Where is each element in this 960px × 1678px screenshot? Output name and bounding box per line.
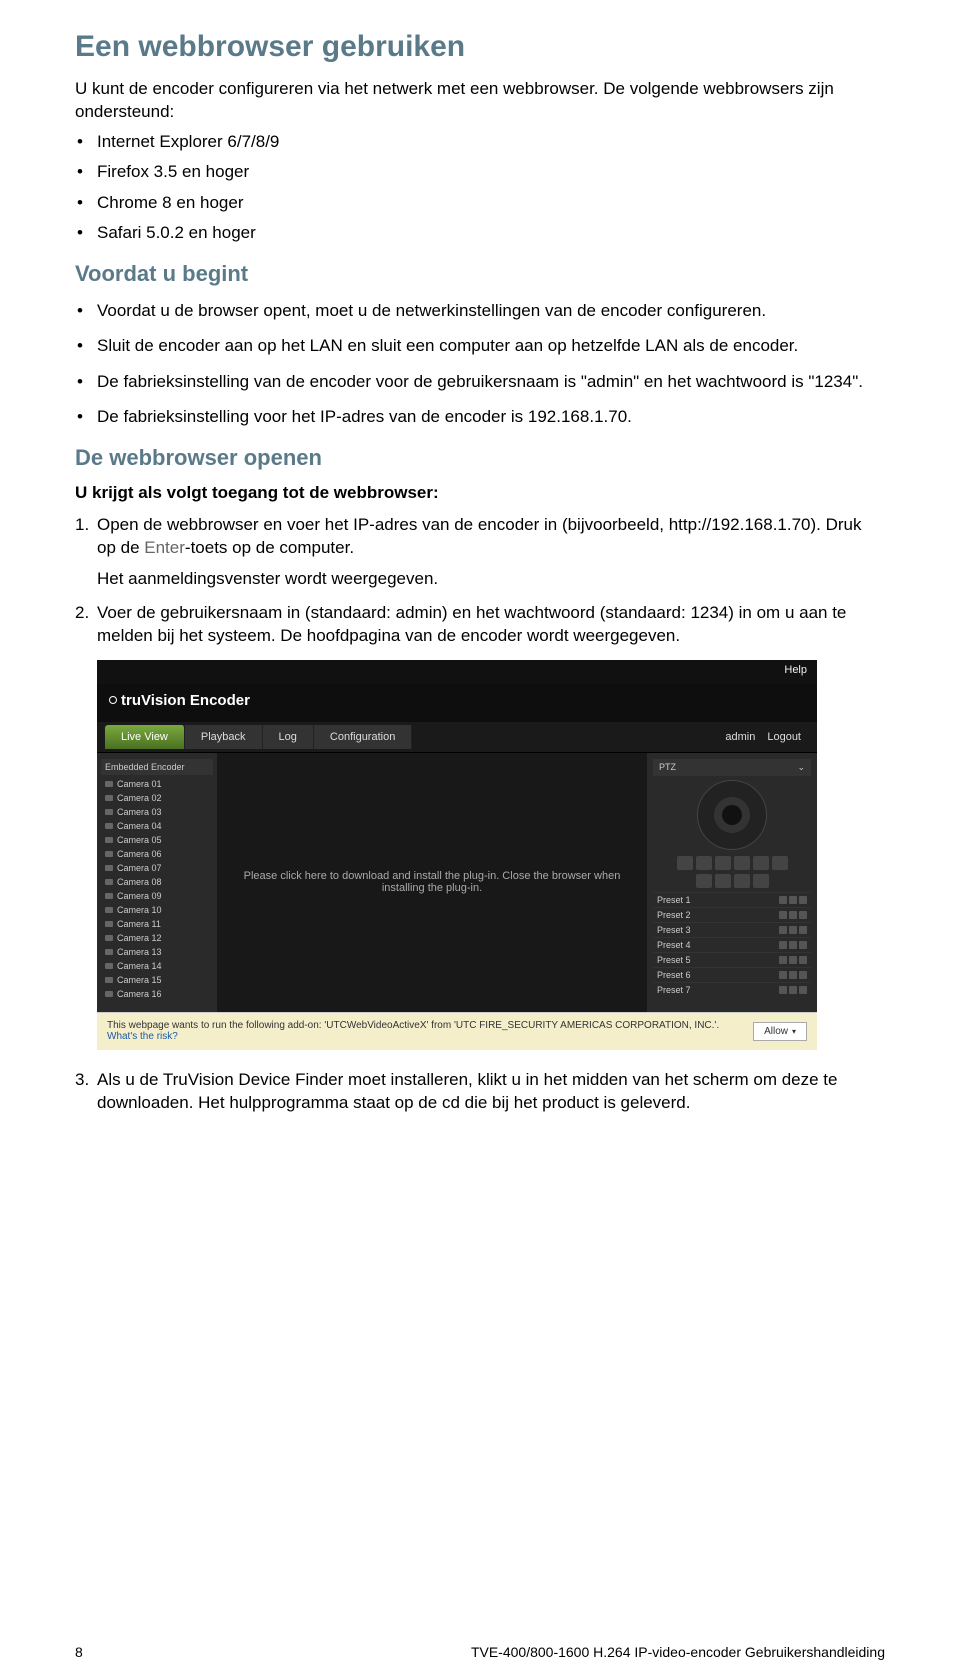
tab-live-view[interactable]: Live View	[105, 725, 185, 749]
preset-row[interactable]: Preset 6	[653, 967, 811, 982]
ptz-btn[interactable]	[696, 874, 712, 888]
intro-paragraph: U kunt de encoder configureren via het n…	[75, 78, 885, 124]
camera-item[interactable]: Camera 03	[101, 805, 213, 819]
encoder-ui-screenshot: Help truVision Encoder Live View Playbac…	[97, 660, 817, 1050]
step-number: 2.	[75, 601, 89, 624]
ss-main-viewport[interactable]: Please click here to download and instal…	[217, 753, 647, 1012]
help-link[interactable]: Help	[784, 664, 807, 676]
ptz-btn[interactable]	[677, 856, 693, 870]
ptz-btn[interactable]	[715, 874, 731, 888]
subheading-before-begin: Voordat u begint	[75, 261, 885, 287]
ptz-label: PTZ	[659, 762, 676, 773]
camera-item[interactable]: Camera 07	[101, 861, 213, 875]
ptz-btn[interactable]	[715, 856, 731, 870]
ptz-btn[interactable]	[734, 874, 750, 888]
list-item: Safari 5.0.2 en hoger	[97, 221, 885, 244]
plugin-download-link[interactable]: Please click here to download and instal…	[227, 870, 637, 894]
camera-item[interactable]: Camera 14	[101, 959, 213, 973]
preset-row[interactable]: Preset 7	[653, 982, 811, 997]
ptz-btn[interactable]	[734, 856, 750, 870]
ss-nav-bar: Live View Playback Log Configuration adm…	[97, 722, 817, 752]
ptz-btn[interactable]	[753, 874, 769, 888]
procedure-intro: U krijgt als volgt toegang tot de webbro…	[75, 483, 885, 503]
camera-item[interactable]: Camera 11	[101, 917, 213, 931]
ss-top-bar: Help	[97, 660, 817, 684]
page-number: 8	[75, 1644, 83, 1660]
allow-button[interactable]: Allow	[753, 1022, 807, 1041]
ptz-button-row	[653, 874, 811, 888]
step-number: 3.	[75, 1068, 89, 1091]
camera-item[interactable]: Camera 10	[101, 903, 213, 917]
camera-item[interactable]: Camera 09	[101, 889, 213, 903]
list-item: De fabrieksinstelling van de encoder voo…	[97, 370, 885, 393]
current-user-label: admin	[725, 731, 755, 743]
infobar-text: This webpage wants to run the following …	[107, 1020, 719, 1031]
ss-brand-bar: truVision Encoder	[97, 684, 817, 722]
sidebar-header: Embedded Encoder	[101, 759, 213, 775]
ptz-btn[interactable]	[772, 856, 788, 870]
camera-item[interactable]: Camera 04	[101, 819, 213, 833]
before-begin-list: Voordat u de browser opent, moet u de ne…	[75, 299, 885, 429]
step-number: 1.	[75, 513, 89, 536]
camera-item[interactable]: Camera 06	[101, 847, 213, 861]
preset-row[interactable]: Preset 5	[653, 952, 811, 967]
enter-key-text: Enter	[144, 538, 185, 557]
ptz-btn[interactable]	[696, 856, 712, 870]
step-substep: Het aanmeldingsvenster wordt weergegeven…	[97, 567, 885, 590]
step-1: 1. Open de webbrowser en voer het IP-adr…	[97, 513, 885, 591]
preset-row[interactable]: Preset 1	[653, 892, 811, 907]
ptz-btn[interactable]	[753, 856, 769, 870]
doc-title: TVE-400/800-1600 H.264 IP-video-encoder …	[471, 1644, 885, 1660]
camera-item[interactable]: Camera 15	[101, 973, 213, 987]
browser-list: Internet Explorer 6/7/8/9 Firefox 3.5 en…	[75, 130, 885, 245]
subheading-open-browser: De webbrowser openen	[75, 445, 885, 471]
camera-item[interactable]: Camera 05	[101, 833, 213, 847]
tab-playback[interactable]: Playback	[185, 725, 263, 749]
tab-configuration[interactable]: Configuration	[314, 725, 412, 749]
camera-item[interactable]: Camera 12	[101, 931, 213, 945]
ss-ptz-panel: PTZ ⌄ Preset 1 Preset 2 Preset 3 Preset …	[647, 753, 817, 1012]
step-text: -toets op de computer.	[185, 538, 354, 557]
camera-item[interactable]: Camera 02	[101, 791, 213, 805]
list-item: Chrome 8 en hoger	[97, 191, 885, 214]
step-text: Voer de gebruikersnaam in (standaard: ad…	[97, 603, 846, 645]
list-item: Voordat u de browser opent, moet u de ne…	[97, 299, 885, 322]
list-item: Sluit de encoder aan op het LAN en sluit…	[97, 334, 885, 357]
ss-infobar: This webpage wants to run the following …	[97, 1012, 817, 1050]
tab-log[interactable]: Log	[263, 725, 314, 749]
list-item: Internet Explorer 6/7/8/9	[97, 130, 885, 153]
camera-item[interactable]: Camera 13	[101, 945, 213, 959]
ptz-wheel-icon[interactable]	[697, 780, 767, 850]
collapse-icon[interactable]: ⌄	[797, 762, 805, 773]
page-footer: 8 TVE-400/800-1600 H.264 IP-video-encode…	[75, 1644, 885, 1660]
step-2: 2. Voer de gebruikersnaam in (standaard:…	[97, 601, 885, 648]
section-heading: Een webbrowser gebruiken	[75, 30, 885, 64]
brand-icon	[109, 696, 117, 704]
step-3: 3. Als u de TruVision Device Finder moet…	[97, 1068, 885, 1115]
infobar-risk-link[interactable]: What's the risk?	[107, 1031, 178, 1042]
logout-link[interactable]: Logout	[767, 731, 801, 743]
step-text: Als u de TruVision Device Finder moet in…	[97, 1070, 838, 1112]
brand-text: truVision Encoder	[121, 692, 250, 709]
list-item: De fabrieksinstelling voor het IP-adres …	[97, 405, 885, 428]
camera-item[interactable]: Camera 08	[101, 875, 213, 889]
procedure-list-cont: 3. Als u de TruVision Device Finder moet…	[75, 1068, 885, 1115]
preset-row[interactable]: Preset 2	[653, 907, 811, 922]
preset-row[interactable]: Preset 4	[653, 937, 811, 952]
ss-camera-sidebar: Embedded Encoder Camera 01 Camera 02 Cam…	[97, 753, 217, 1012]
camera-item[interactable]: Camera 01	[101, 777, 213, 791]
ss-body: Embedded Encoder Camera 01 Camera 02 Cam…	[97, 752, 817, 1012]
camera-item[interactable]: Camera 16	[101, 987, 213, 1001]
ptz-button-row	[653, 856, 811, 870]
preset-row[interactable]: Preset 3	[653, 922, 811, 937]
list-item: Firefox 3.5 en hoger	[97, 160, 885, 183]
procedure-list: 1. Open de webbrowser en voer het IP-adr…	[75, 513, 885, 648]
